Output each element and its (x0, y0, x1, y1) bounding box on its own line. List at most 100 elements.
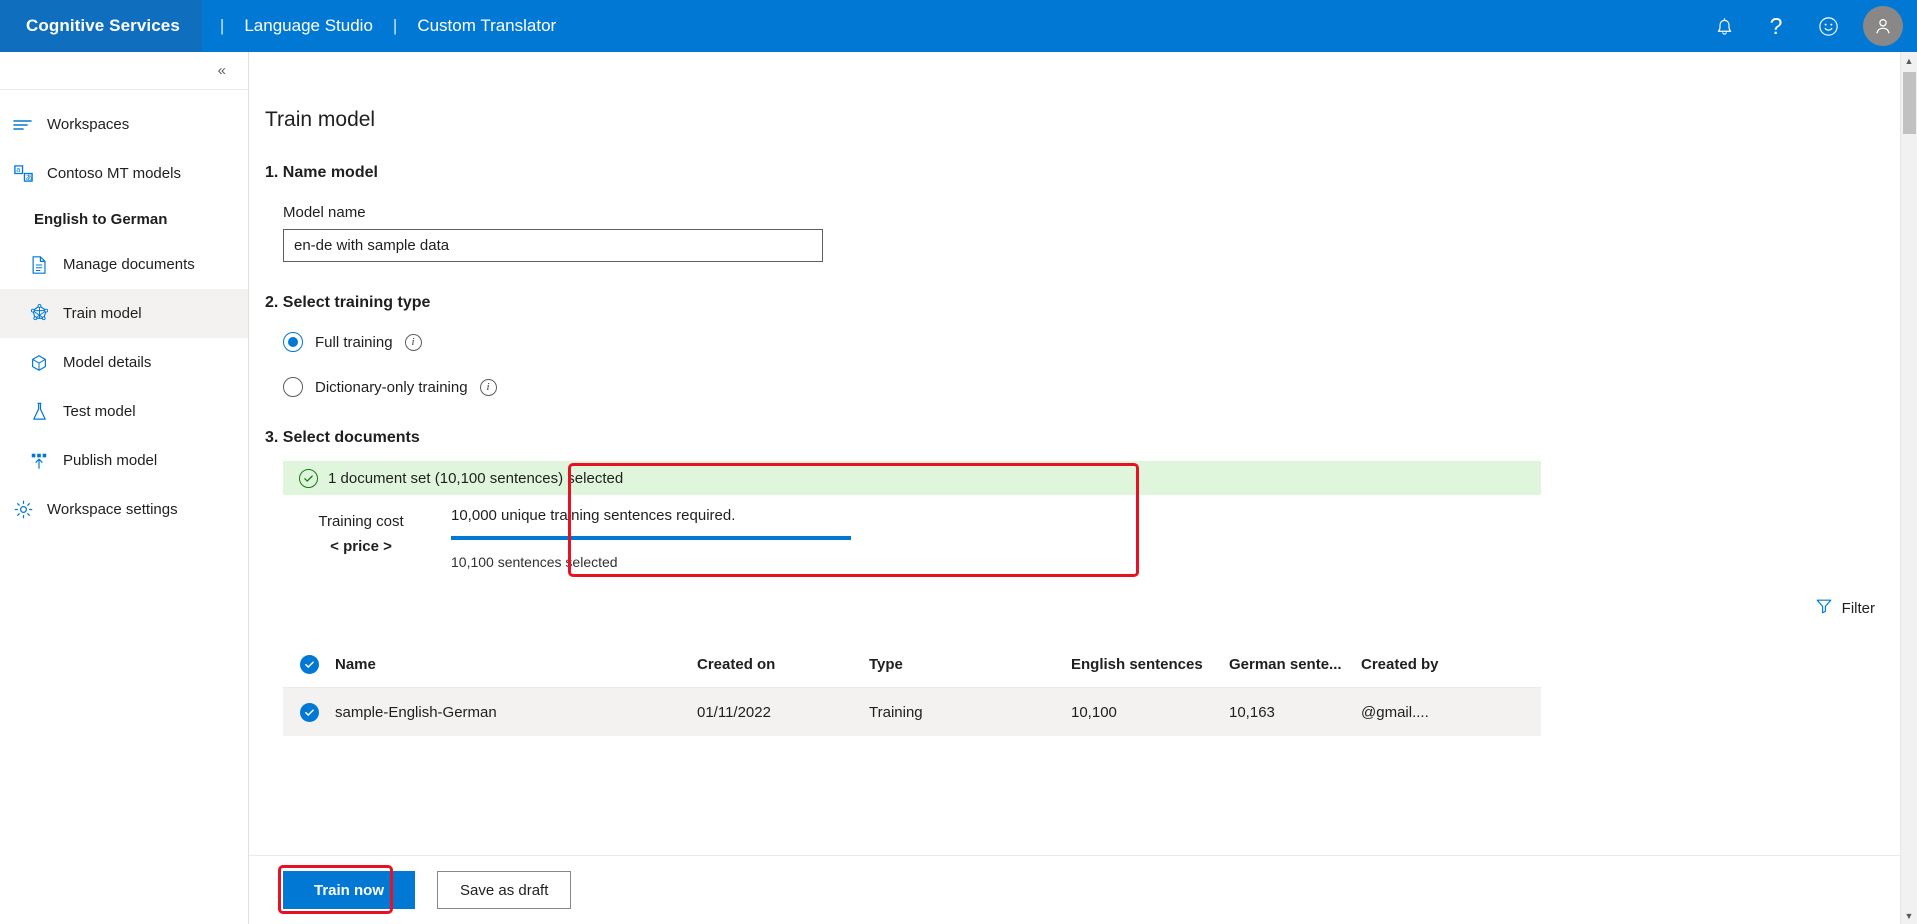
top-navigation-bar: Cognitive Services | Language Studio | C… (0, 0, 1917, 52)
scroll-down-arrow-icon[interactable]: ▼ (1901, 907, 1917, 924)
radio-option-full-training[interactable]: Full training i (283, 332, 1917, 352)
svg-text:a: a (16, 166, 20, 174)
step-3-heading: 3. Select documents (265, 429, 420, 446)
app-root: Cognitive Services | Language Studio | C… (0, 0, 1917, 924)
scroll-up-arrow-icon[interactable]: ▲ (1901, 52, 1917, 69)
filter-button[interactable]: Filter (1813, 592, 1877, 624)
radio-dictionary-only-control[interactable] (283, 377, 303, 397)
sidebar-item-workspace-settings[interactable]: Workspace settings (0, 485, 248, 534)
nav-separator-1: | (219, 16, 225, 35)
feedback-smiley-icon[interactable] (1805, 0, 1851, 52)
translate-icon: a あ (12, 163, 34, 185)
sentences-selected-text: 10,100 sentences selected (451, 554, 618, 570)
nav-link-custom-translator[interactable]: Custom Translator (411, 16, 562, 36)
info-icon[interactable]: i (479, 378, 497, 396)
checkbox-checked-icon (299, 655, 319, 674)
form-content: 1. Name model Model name en-de with samp… (249, 164, 1917, 736)
sidebar-item-manage-documents[interactable]: Manage documents (0, 240, 248, 289)
help-question-icon[interactable]: ? (1753, 0, 1799, 52)
sidebar-item-model-details[interactable]: Model details (0, 338, 248, 387)
training-cost-value: < price > (330, 538, 392, 555)
sidebar-item-label: Model details (63, 354, 152, 371)
training-cost-panel: Training cost < price > 10,000 unique tr… (283, 495, 1541, 584)
radio-full-training-label: Full training (315, 333, 393, 351)
model-name-label: Model name (283, 204, 366, 221)
filter-row: Filter (265, 592, 1917, 624)
sidebar-item-train-model[interactable]: Train model (0, 289, 248, 338)
column-header-created-on[interactable]: Created on (697, 656, 869, 673)
sidebar-item-label: Train model (63, 305, 142, 322)
collapse-chevron-icon[interactable]: « (212, 59, 232, 82)
documents-table: Name Created on Type English sentences G… (283, 642, 1541, 736)
cell-german-sentences: 10,163 (1229, 703, 1275, 721)
train-now-button[interactable]: Train now (283, 871, 416, 909)
sidebar-nav: Workspaces a あ Contoso MT models English… (0, 90, 248, 534)
page-title: Train model (265, 108, 376, 131)
sidebar-item-label: Workspace settings (47, 501, 178, 518)
selection-status-text: 1 document set (10,100 sentences) select… (328, 469, 624, 487)
train-model-icon (28, 303, 50, 325)
app-body: « Workspaces a あ Contoso MT models Engli… (0, 52, 1917, 924)
sentence-progress-bar (451, 536, 851, 540)
sidebar-item-label: Contoso MT models (47, 165, 181, 182)
footer-actions: Train now Save as draft (249, 855, 1917, 924)
sidebar: « Workspaces a あ Contoso MT models Engli… (0, 52, 249, 924)
sentence-requirement-block: 10,000 unique training sentences require… (439, 507, 1541, 570)
filter-label: Filter (1841, 599, 1875, 617)
model-name-input[interactable]: en-de with sample data (283, 229, 823, 262)
flask-icon (28, 401, 50, 423)
row-checkbox[interactable] (283, 702, 335, 722)
main-content: Train model 1. Name model Model name en-… (249, 52, 1917, 924)
sidebar-collapse-row: « (0, 52, 248, 90)
check-circle-icon (299, 468, 318, 488)
training-cost-label: Training cost (318, 513, 404, 530)
radio-option-dictionary-only[interactable]: Dictionary-only training i (283, 377, 1917, 397)
sidebar-item-label: Test model (63, 403, 136, 420)
gear-icon (12, 499, 34, 521)
sidebar-item-publish-model[interactable]: Publish model (0, 436, 248, 485)
brand-label: Cognitive Services (26, 16, 180, 35)
document-icon (28, 254, 50, 276)
notifications-bell-icon[interactable] (1701, 0, 1747, 52)
radio-dictionary-only-label: Dictionary-only training (315, 378, 468, 396)
cell-created-on: 01/11/2022 (697, 703, 771, 721)
column-header-type[interactable]: Type (869, 656, 1071, 673)
table-header-row: Name Created on Type English sentences G… (283, 642, 1541, 688)
sidebar-item-contoso-mt-models[interactable]: a あ Contoso MT models (0, 149, 248, 198)
help-glyph: ? (1769, 12, 1783, 39)
top-nav-links: | Language Studio | Custom Translator (202, 0, 562, 52)
table-row[interactable]: sample-English-German 01/11/2022 Trainin… (283, 688, 1541, 736)
publish-icon (28, 450, 50, 472)
select-all-checkbox[interactable] (283, 655, 335, 674)
radio-full-training-control[interactable] (283, 332, 303, 352)
sidebar-item-test-model[interactable]: Test model (0, 387, 248, 436)
sidebar-item-workspaces[interactable]: Workspaces (0, 100, 248, 149)
requirement-text: 10,000 unique training sentences require… (451, 507, 736, 524)
scrollbar-thumb[interactable] (1903, 72, 1916, 134)
column-header-german-sentences[interactable]: German sente... (1229, 656, 1361, 673)
vertical-scrollbar[interactable]: ▲ ▼ (1900, 52, 1917, 924)
column-header-name[interactable]: Name (335, 656, 697, 673)
sidebar-item-label: Manage documents (63, 256, 195, 273)
filter-icon (1815, 597, 1833, 619)
checkbox-checked-icon (299, 702, 319, 722)
cell-type: Training (869, 703, 923, 721)
sidebar-item-label: Publish model (63, 452, 158, 469)
top-bar-actions: ? (1701, 0, 1917, 52)
nav-link-language-studio[interactable]: Language Studio (238, 16, 379, 36)
brand-cognitive-services[interactable]: Cognitive Services (0, 0, 202, 52)
info-icon[interactable]: i (404, 333, 422, 351)
column-header-created-by[interactable]: Created by (1361, 656, 1541, 673)
cell-english-sentences: 10,100 (1071, 703, 1117, 721)
sidebar-group-english-to-german[interactable]: English to German (0, 198, 248, 240)
step-2-heading: 2. Select training type (265, 294, 431, 311)
selection-status-banner: 1 document set (10,100 sentences) select… (283, 461, 1541, 495)
save-as-draft-button[interactable]: Save as draft (437, 871, 572, 909)
step-1-heading: 1. Name model (265, 164, 378, 181)
sidebar-group-label: English to German (34, 210, 168, 228)
sentence-progress-fill (451, 536, 851, 540)
main-scroll-area: Train model 1. Name model Model name en-… (249, 52, 1917, 855)
avatar[interactable] (1863, 6, 1903, 46)
document-summary-panel: 1 document set (10,100 sentences) select… (265, 461, 1917, 584)
column-header-english-sentences[interactable]: English sentences (1071, 656, 1229, 673)
